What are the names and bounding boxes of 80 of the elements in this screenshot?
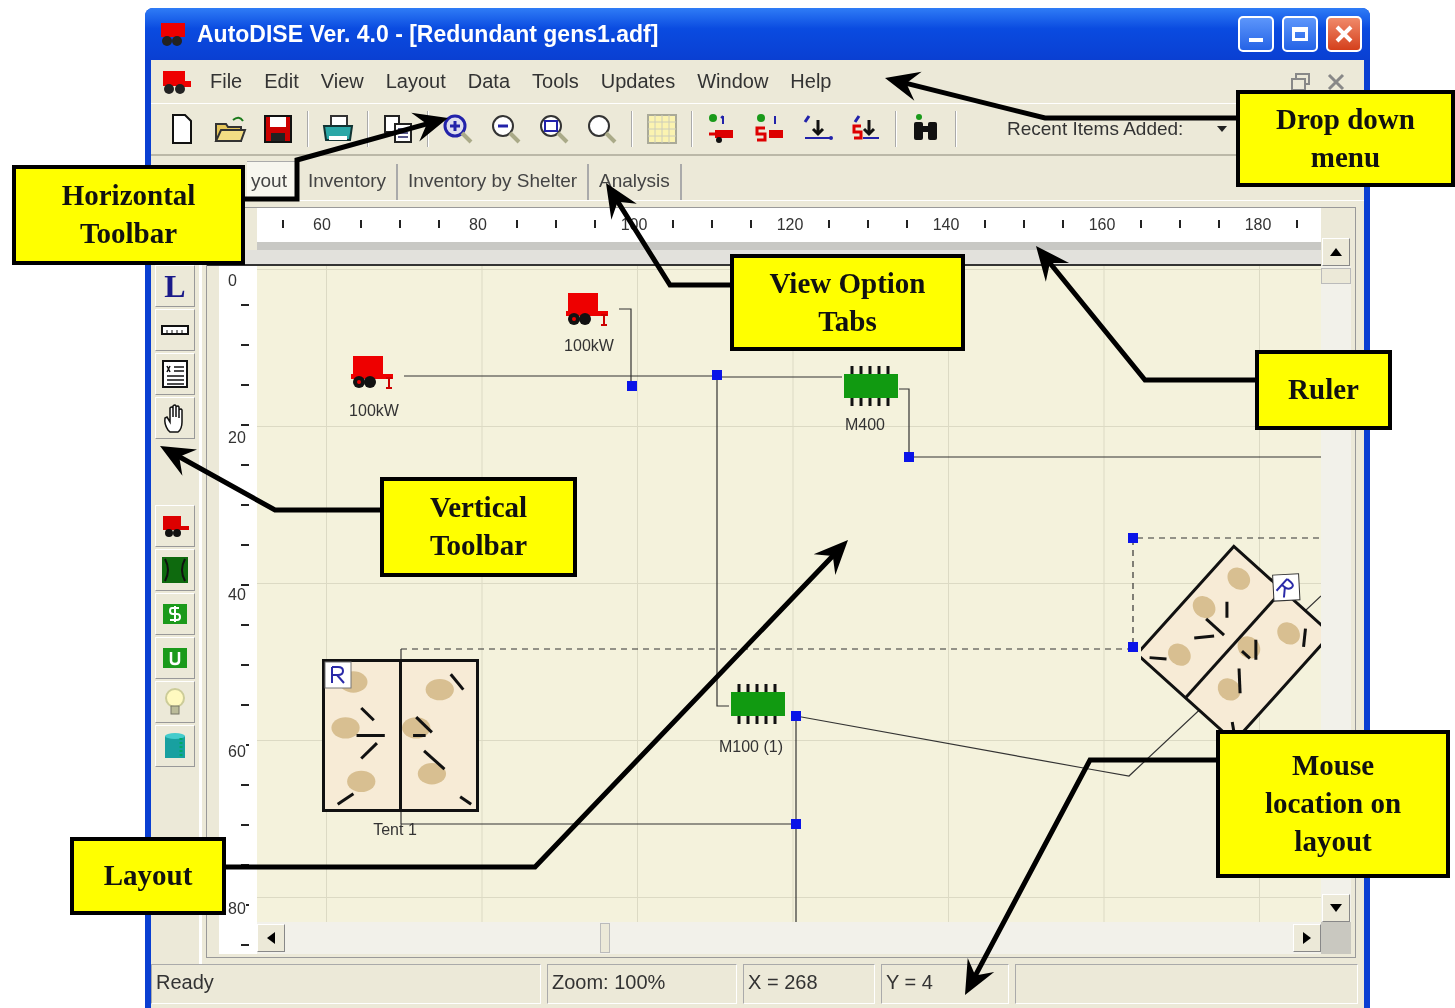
view-tab[interactable]: Inventory bbox=[297, 164, 399, 200]
copy-icon bbox=[381, 112, 415, 146]
caret-icon bbox=[1217, 126, 1228, 132]
menu-item[interactable]: Edit bbox=[253, 70, 310, 93]
save-icon bbox=[261, 112, 295, 146]
line-tool-button[interactable]: L bbox=[155, 265, 195, 307]
module-icon[interactable] bbox=[842, 364, 900, 408]
selection-handle[interactable] bbox=[791, 711, 801, 721]
callout-label: Ruler bbox=[1255, 350, 1392, 430]
menu-item[interactable]: Layout bbox=[374, 70, 457, 93]
item-label: M400 bbox=[845, 416, 885, 434]
scroll-left-button[interactable] bbox=[257, 924, 285, 952]
menu-item[interactable]: File bbox=[199, 70, 254, 93]
minimize-icon bbox=[1249, 38, 1263, 42]
generator-tool-button[interactable] bbox=[155, 505, 195, 547]
up-arrow-icon bbox=[1330, 248, 1342, 256]
menu-item[interactable]: Tools bbox=[521, 70, 590, 93]
recent-items-label: Recent Items Added: bbox=[1007, 118, 1184, 140]
selection-handle[interactable] bbox=[1128, 533, 1138, 543]
zoom-window-icon bbox=[537, 112, 571, 146]
selection-handle[interactable] bbox=[627, 381, 637, 391]
panel-tool-button[interactable] bbox=[155, 549, 195, 591]
scrollbar-corner bbox=[1321, 922, 1351, 954]
scroll-right-button[interactable] bbox=[1293, 924, 1321, 952]
callout-label: View Option Tabs bbox=[730, 254, 965, 351]
selection-handle[interactable] bbox=[904, 452, 914, 462]
callout-label: Horizontal Toolbar bbox=[12, 165, 245, 265]
module-icon[interactable] bbox=[729, 682, 787, 726]
item-label: M100 (1) bbox=[719, 738, 783, 756]
left-arrow-icon bbox=[267, 932, 275, 944]
minimize-button[interactable] bbox=[1238, 16, 1274, 52]
maximize-button[interactable] bbox=[1282, 16, 1318, 52]
cylinder-tool-button[interactable] bbox=[155, 725, 195, 767]
down-arrow-icon bbox=[1330, 904, 1342, 912]
selection-handle[interactable] bbox=[791, 819, 801, 829]
menu-item[interactable]: Window bbox=[686, 70, 780, 93]
scrollbar-thumb[interactable] bbox=[600, 923, 610, 953]
menu-item[interactable]: Updates bbox=[589, 70, 687, 93]
zoom-out-icon bbox=[489, 112, 523, 146]
right-arrow-icon bbox=[1303, 932, 1311, 944]
mouse-y: Y = 4 bbox=[881, 964, 1009, 1004]
scrollbar-thumb[interactable] bbox=[1321, 268, 1351, 284]
hand-tool-button[interactable] bbox=[155, 397, 195, 439]
u-chip-tool-button[interactable] bbox=[155, 637, 195, 679]
selection-handle[interactable] bbox=[1128, 642, 1138, 652]
ruler-tool-button[interactable] bbox=[155, 309, 195, 351]
view-tab[interactable]: Inventory by Shelter bbox=[398, 164, 590, 200]
callout-label: Vertical Toolbar bbox=[380, 477, 577, 577]
dollar-chip-tool-button[interactable] bbox=[155, 593, 195, 635]
selection-handle[interactable] bbox=[712, 370, 722, 380]
menu-item[interactable]: View bbox=[309, 70, 375, 93]
horizontal-scrollbar[interactable] bbox=[257, 922, 1321, 954]
light-bulb-tool-button[interactable] bbox=[155, 681, 195, 723]
tent-drawing[interactable] bbox=[322, 659, 479, 812]
window-title: AutoDISE Ver. 4.0 - [Redundant gens1.adf] bbox=[197, 20, 659, 48]
status-message: Ready bbox=[151, 964, 541, 1004]
restore-icon[interactable] bbox=[1290, 71, 1312, 92]
close-icon bbox=[1333, 23, 1355, 45]
menu-item[interactable]: Help bbox=[779, 70, 843, 93]
menu-item[interactable]: Data bbox=[456, 70, 521, 93]
maximize-icon bbox=[1292, 27, 1308, 41]
callout-label: Layout bbox=[70, 837, 226, 915]
scroll-up-button[interactable] bbox=[1322, 238, 1350, 266]
item-label: Tent 1 bbox=[373, 821, 417, 839]
generator-icon bbox=[161, 68, 193, 95]
scroll-down-button[interactable] bbox=[1322, 894, 1350, 922]
text-box-icon bbox=[159, 358, 191, 390]
text-box-tool-button[interactable] bbox=[155, 353, 195, 395]
callout-label: Mouse location on layout bbox=[1216, 730, 1450, 878]
magnifier-icon bbox=[585, 112, 619, 146]
mouse-x: X = 268 bbox=[743, 964, 875, 1004]
close-icon[interactable] bbox=[1326, 71, 1346, 92]
item-label: 100kW bbox=[564, 337, 614, 355]
grid-icon bbox=[645, 112, 679, 146]
callout-label: Drop down menu bbox=[1236, 90, 1455, 187]
close-button[interactable] bbox=[1326, 16, 1362, 52]
zoom-level: Zoom: 100% bbox=[547, 964, 737, 1004]
zoom-in-icon bbox=[441, 112, 475, 146]
panel-icon bbox=[159, 554, 191, 586]
item-label: 100kW bbox=[349, 402, 399, 420]
